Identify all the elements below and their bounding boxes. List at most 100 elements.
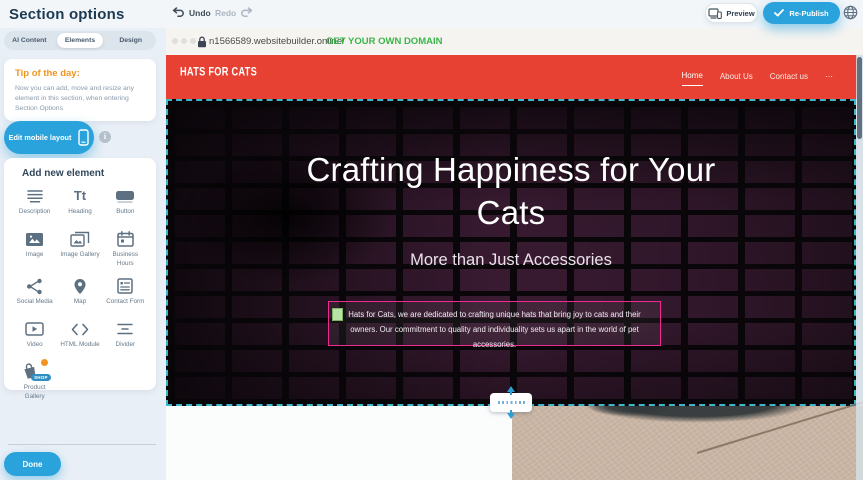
info-icon[interactable]: i <box>99 131 111 143</box>
add-element-button[interactable]: Button <box>103 187 148 221</box>
window-dots <box>172 38 196 44</box>
add-element-business-hours[interactable]: Business Hours <box>103 230 148 268</box>
hero-paragraph-element-selected[interactable]: Hats for Cats, we are dedicated to craft… <box>328 301 661 346</box>
undo-label: Undo <box>189 8 211 18</box>
nav-contact-us[interactable]: Contact us <box>770 72 808 83</box>
edit-mobile-layout-button[interactable]: Edit mobile layout <box>4 121 94 154</box>
get-domain-link[interactable]: GET YOUR OWN DOMAIN <box>326 36 442 47</box>
pavement-crack <box>697 401 863 454</box>
redo-label: Redo <box>215 8 236 18</box>
top-toolbar: Section options Undo Redo Preview Re-Pub… <box>0 0 863 28</box>
redo-button[interactable]: Redo <box>215 7 253 18</box>
preview-scrollbar-thumb[interactable] <box>857 57 862 139</box>
element-drag-handle[interactable] <box>332 308 343 321</box>
shop-badge: SHOP <box>31 374 51 381</box>
site-url: n1566589.websitebuilder.online/ <box>209 36 345 47</box>
next-section-blank[interactable] <box>166 406 512 480</box>
add-element-social-media[interactable]: Social Media <box>12 277 57 311</box>
tab-elements[interactable]: Elements <box>57 33 104 48</box>
add-element-divider[interactable]: Divider <box>103 320 148 354</box>
new-badge-icon <box>40 358 49 367</box>
html-module-icon <box>71 320 89 338</box>
add-element-html-module[interactable]: HTML Module <box>57 320 102 354</box>
tab-design[interactable]: Design <box>107 33 154 48</box>
arrow-up-stem <box>510 391 512 395</box>
site-nav: Home About Us Contact us ⋯ <box>682 55 834 99</box>
arrow-down-icon <box>507 413 515 419</box>
add-element-description[interactable]: Description <box>12 187 57 221</box>
drag-dots-icon <box>498 401 525 404</box>
divider-icon <box>116 320 134 338</box>
check-icon <box>774 9 784 17</box>
tip-of-the-day-card: Tip of the day: Now you can add, move an… <box>4 59 156 121</box>
element-label: Button <box>116 208 134 217</box>
button-icon <box>115 187 135 205</box>
element-label: Business Hours <box>104 251 146 268</box>
contact-form-icon <box>117 277 133 295</box>
site-logo[interactable]: HATS FOR CATS <box>180 65 257 79</box>
language-button[interactable] <box>842 4 859 21</box>
add-element-video[interactable]: Video <box>12 320 57 354</box>
add-element-map[interactable]: Map <box>57 277 102 311</box>
element-label: HTML Module <box>60 341 99 350</box>
image-gallery-icon <box>70 230 90 248</box>
undo-icon <box>172 7 185 18</box>
map-icon <box>73 277 87 295</box>
next-section-image[interactable] <box>512 406 863 480</box>
image-icon <box>25 230 44 248</box>
tip-title: Tip of the day: <box>15 68 145 79</box>
browser-address-bar: n1566589.websitebuilder.online/ GET YOUR… <box>166 28 863 55</box>
element-label: Image <box>26 251 44 260</box>
done-button[interactable]: Done <box>4 452 61 476</box>
devices-icon <box>708 8 722 19</box>
add-element-contact-form[interactable]: Contact Form <box>103 277 148 311</box>
add-element-product-gallery[interactable]: SHOP Product Gallery <box>12 363 57 401</box>
add-element-image[interactable]: Image <box>12 230 57 268</box>
element-label: Product Gallery <box>14 384 56 401</box>
element-label: Social Media <box>17 298 53 307</box>
add-element-heading[interactable]: Tt Heading <box>57 187 102 221</box>
element-label: Heading <box>68 208 91 217</box>
site-header: HATS FOR CATS Home About Us Contact us ⋯ <box>166 55 857 99</box>
hero-heading[interactable]: Crafting Happiness for Your Cats <box>296 149 726 235</box>
tab-ai-content[interactable]: AI Content <box>6 33 53 48</box>
element-label: Map <box>74 298 86 307</box>
heading-icon: Tt <box>74 187 86 205</box>
nav-more-menu[interactable]: ⋯ <box>825 72 833 83</box>
window-dot <box>190 38 196 44</box>
element-label: Video <box>27 341 43 350</box>
republish-label: Re-Publish <box>789 9 828 18</box>
window-dot <box>172 38 178 44</box>
tip-body: Now you can add, move and resize any ele… <box>15 84 145 114</box>
preview-button[interactable]: Preview <box>705 3 758 23</box>
section-options-panel: AI Content Elements Design Tip of the da… <box>0 28 166 480</box>
republish-button[interactable]: Re-Publish <box>763 2 840 24</box>
section-resize-handle[interactable] <box>490 393 532 412</box>
element-label: Image Gallery <box>60 251 99 260</box>
window-dot <box>181 38 187 44</box>
panel-divider <box>8 444 156 445</box>
element-label: Divider <box>116 341 136 350</box>
phone-icon <box>78 129 89 146</box>
hero-paragraph: Hats for Cats, we are dedicated to craft… <box>337 307 652 353</box>
edit-mobile-label: Edit mobile layout <box>9 133 72 142</box>
nav-home[interactable]: Home <box>682 71 703 86</box>
description-icon <box>26 187 44 205</box>
element-label: Contact Form <box>106 298 144 307</box>
website-builder-app: Section options Undo Redo Preview Re-Pub… <box>0 0 863 480</box>
hero-section-selected[interactable]: Crafting Happiness for Your Cats More th… <box>166 99 856 406</box>
add-element-title: Add new element <box>22 168 148 179</box>
hero-subheading[interactable]: More than Just Accessories <box>168 251 854 270</box>
video-icon <box>25 320 44 338</box>
undo-button[interactable]: Undo <box>172 7 211 18</box>
element-grid: Description Tt Heading Button Image Imag… <box>12 187 148 401</box>
add-element-image-gallery[interactable]: Image Gallery <box>57 230 102 268</box>
element-label: Description <box>19 208 51 217</box>
business-hours-icon <box>117 230 134 248</box>
globe-icon <box>843 5 858 20</box>
product-gallery-icon: SHOP <box>22 363 48 381</box>
nav-about-us[interactable]: About Us <box>720 72 753 83</box>
preview-label: Preview <box>726 9 754 18</box>
page-title: Section options <box>9 6 125 23</box>
panel-tabs: AI Content Elements Design <box>4 31 156 50</box>
